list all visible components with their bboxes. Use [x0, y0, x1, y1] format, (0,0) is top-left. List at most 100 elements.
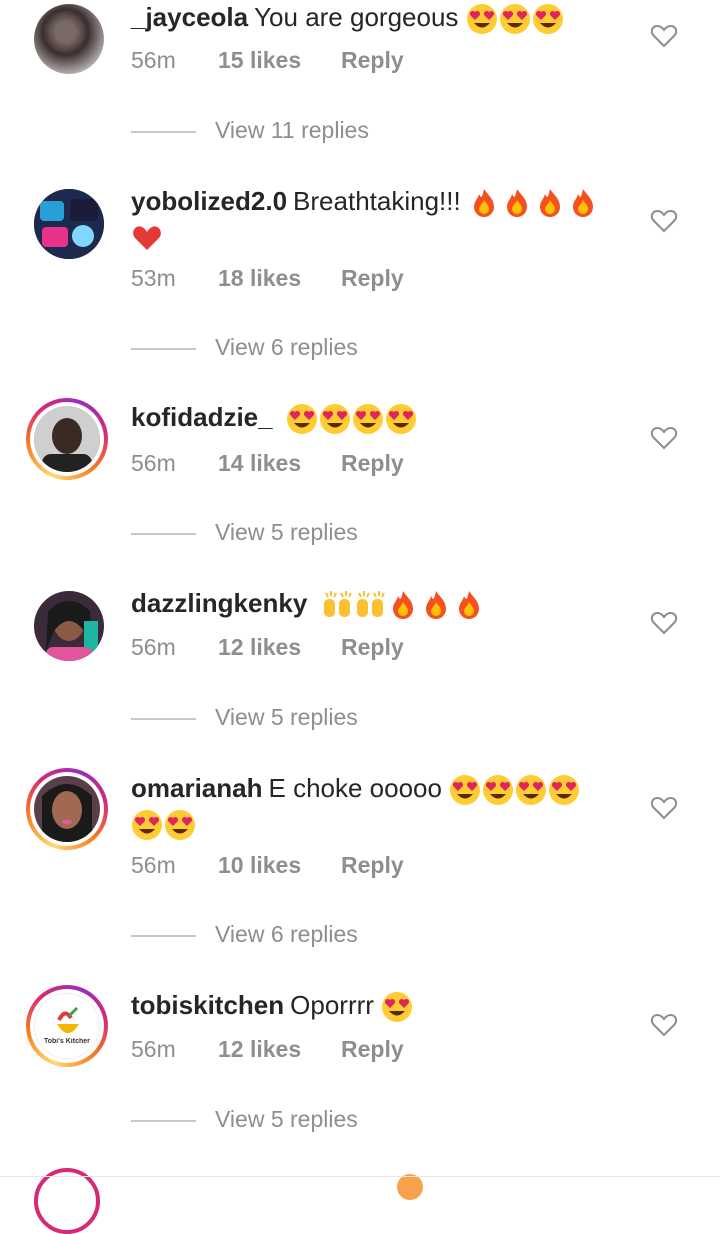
fire-emoji-icon	[473, 189, 494, 218]
username[interactable]: omarianah	[131, 773, 263, 803]
avatar[interactable]	[26, 181, 108, 263]
fire-emoji-icon	[506, 189, 527, 218]
like-heart-icon[interactable]	[650, 23, 678, 49]
comment-text: omarianah E choke ooooo	[131, 771, 610, 841]
heart-eyes-emoji-icon	[165, 810, 195, 841]
reply-button[interactable]: Reply	[341, 634, 404, 661]
heart-outline-icon	[650, 796, 678, 820]
next-comment-avatar-ring	[34, 1168, 100, 1234]
emoji-group	[321, 588, 486, 620]
avatar-photo	[34, 993, 100, 1059]
logo-text: Tobi's Kitchen	[44, 1038, 90, 1045]
comment-body: E choke ooooo	[268, 773, 442, 803]
divider-line	[131, 533, 196, 535]
likes-count[interactable]: 12 likes	[218, 634, 301, 661]
like-heart-icon[interactable]	[650, 795, 678, 821]
avatar[interactable]: Tobi's Kitchen	[26, 985, 108, 1067]
avatar-photo	[34, 776, 100, 842]
timestamp: 56m	[131, 47, 176, 73]
red-heart-emoji-icon	[133, 226, 161, 251]
heart-outline-icon	[650, 426, 678, 450]
heart-eyes-emoji-icon	[286, 404, 317, 435]
heart-outline-icon	[650, 1013, 678, 1037]
comment-text: yobolized2.0 Breathtaking!!!	[131, 184, 610, 254]
heart-eyes-emoji-icon	[352, 404, 383, 435]
username[interactable]: _jayceola	[131, 2, 248, 32]
view-replies-label[interactable]: View 5 replies	[215, 1106, 358, 1133]
fire-emoji-icon	[539, 189, 560, 218]
avatar[interactable]	[26, 768, 108, 850]
avatar[interactable]	[26, 398, 108, 480]
divider-line	[131, 935, 196, 937]
divider-line	[131, 131, 196, 133]
timestamp: 53m	[131, 265, 176, 291]
avatar[interactable]	[26, 0, 108, 78]
view-replies-label[interactable]: View 5 replies	[215, 519, 358, 546]
divider-line	[131, 1120, 196, 1122]
timestamp: 56m	[131, 852, 176, 878]
like-heart-icon[interactable]	[650, 208, 678, 234]
next-comment-emoji-edge	[397, 1174, 423, 1200]
heart-eyes-emoji-icon	[483, 775, 514, 806]
likes-count[interactable]: 10 likes	[218, 852, 301, 879]
heart-eyes-emoji-icon	[382, 992, 413, 1023]
view-replies-label[interactable]: View 11 replies	[215, 117, 369, 144]
avatar[interactable]	[26, 583, 108, 665]
username[interactable]: yobolized2.0	[131, 186, 287, 216]
username[interactable]: kofidadzie_	[131, 402, 273, 432]
comment-text: tobiskitchen Oporrrr	[131, 988, 610, 1023]
like-heart-icon[interactable]	[650, 425, 678, 451]
divider-line	[131, 718, 196, 720]
heart-eyes-emoji-icon	[385, 404, 416, 435]
reply-button[interactable]: Reply	[341, 852, 404, 879]
avatar-photo	[34, 4, 104, 74]
reply-button[interactable]: Reply	[341, 47, 404, 74]
comment-text: kofidadzie_	[131, 400, 610, 435]
timestamp: 56m	[131, 450, 176, 476]
username[interactable]: tobiskitchen	[131, 990, 284, 1020]
heart-eyes-emoji-icon	[499, 4, 530, 35]
comment-body: Oporrrr	[290, 990, 374, 1020]
heart-outline-icon	[650, 209, 678, 233]
timestamp: 56m	[131, 634, 176, 660]
likes-count[interactable]: 14 likes	[218, 450, 301, 477]
timestamp: 56m	[131, 1036, 176, 1062]
heart-eyes-emoji-icon	[466, 4, 497, 35]
divider-line	[131, 348, 196, 350]
view-replies-label[interactable]: View 5 replies	[215, 704, 358, 731]
emoji-group	[466, 2, 565, 35]
raising-hands-emoji-icon	[356, 591, 385, 618]
heart-eyes-emoji-icon	[132, 810, 162, 841]
emoji-group	[286, 402, 418, 435]
fire-emoji-icon	[392, 591, 413, 620]
heart-outline-icon	[650, 611, 678, 635]
likes-count[interactable]: 15 likes	[218, 47, 301, 74]
avatar-photo	[34, 189, 104, 259]
likes-count[interactable]: 12 likes	[218, 1036, 301, 1063]
username[interactable]: dazzlingkenky	[131, 588, 307, 618]
raising-hands-emoji-icon	[323, 591, 352, 618]
reply-button[interactable]: Reply	[341, 450, 404, 477]
comment-text: _jayceola You are gorgeous	[131, 0, 610, 35]
likes-count[interactable]: 18 likes	[218, 265, 301, 292]
like-heart-icon[interactable]	[650, 1012, 678, 1038]
reply-button[interactable]: Reply	[341, 1036, 404, 1063]
heart-eyes-emoji-icon	[319, 404, 350, 435]
comment-text: dazzlingkenky	[131, 586, 610, 621]
reply-button[interactable]: Reply	[341, 265, 404, 292]
view-replies-label[interactable]: View 6 replies	[215, 921, 358, 948]
avatar-photo	[34, 591, 104, 661]
comment-body: Breathtaking!!!	[293, 186, 461, 216]
emoji-group	[381, 990, 414, 1023]
like-heart-icon[interactable]	[650, 610, 678, 636]
screen-edge	[0, 1176, 720, 1177]
avatar-photo	[34, 406, 100, 472]
heart-eyes-emoji-icon	[450, 775, 481, 806]
comment-body: You are gorgeous	[254, 2, 459, 32]
heart-eyes-emoji-icon	[532, 4, 563, 35]
fire-emoji-icon	[572, 189, 593, 218]
view-replies-label[interactable]: View 6 replies	[215, 334, 358, 361]
heart-eyes-emoji-icon	[516, 775, 547, 806]
heart-outline-icon	[650, 24, 678, 48]
fire-emoji-icon	[425, 591, 446, 620]
